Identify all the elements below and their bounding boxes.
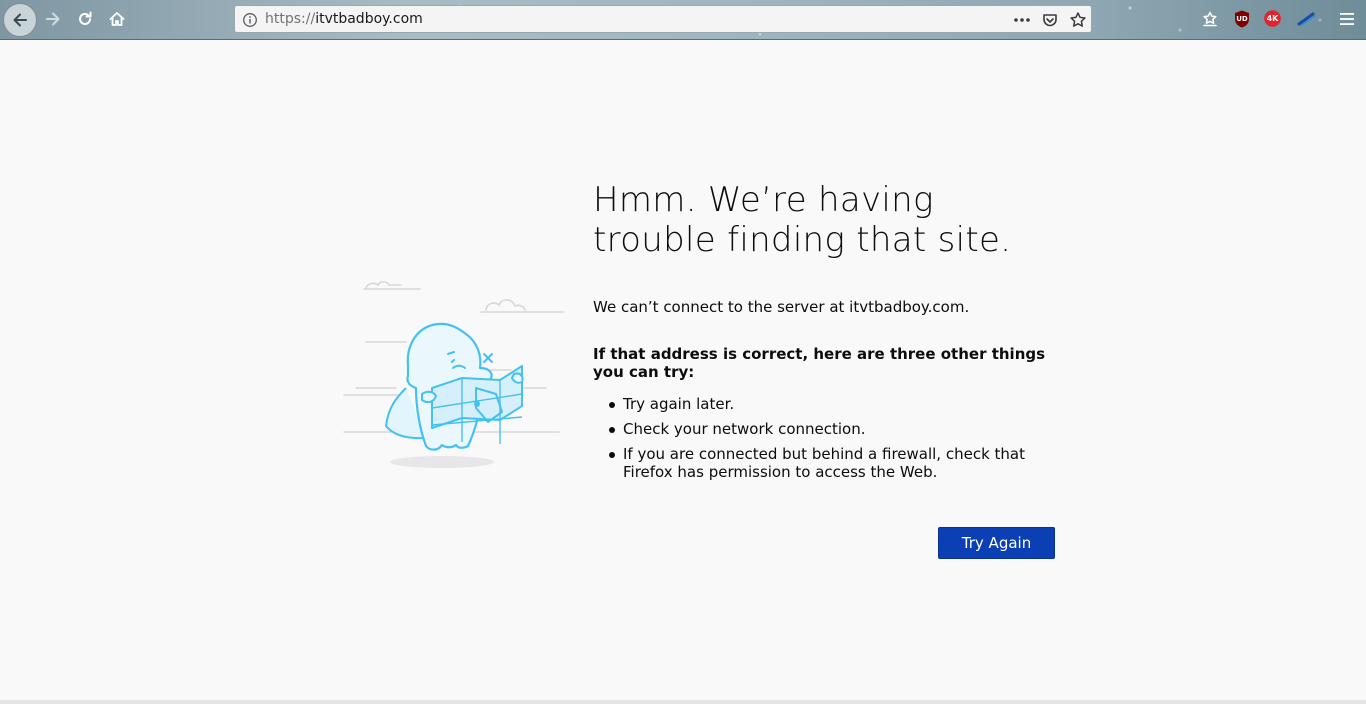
extension-icon (1297, 11, 1317, 27)
suggestion-item: Try again later. (593, 395, 1053, 413)
suggestion-item: Check your network connection. (593, 420, 1053, 438)
url-host: itvtbadboy.com (315, 11, 423, 27)
ublock-label: UD (1236, 15, 1248, 23)
browser-toolbar: https://itvtbadboy.com UD 4K (0, 0, 1366, 40)
url-text[interactable]: https://itvtbadboy.com (265, 11, 423, 28)
forward-button[interactable] (37, 4, 69, 34)
reload-button[interactable] (69, 4, 101, 34)
error-subheading: If that address is correct, here are thr… (593, 345, 1046, 381)
ublock-icon[interactable]: UD (1234, 10, 1250, 28)
info-icon[interactable] (242, 12, 258, 28)
try-again-button[interactable]: Try Again (938, 527, 1055, 559)
arrow-left-icon (11, 11, 29, 29)
suggestions-list: Try again later. Check your network conn… (593, 395, 1063, 481)
back-button[interactable] (3, 3, 37, 37)
reload-icon (76, 10, 94, 28)
home-icon (108, 10, 126, 28)
menu-button[interactable] (1331, 4, 1363, 34)
extension-button[interactable] (1291, 4, 1323, 34)
pocket-icon[interactable] (1039, 9, 1061, 31)
window-bottom-edge (0, 700, 1366, 704)
hamburger-icon (1339, 12, 1355, 26)
error-description: We can’t connect to the server at itvtba… (593, 298, 970, 316)
video-4k-label: 4K (1266, 14, 1279, 23)
video-4k-icon[interactable]: 4K (1263, 10, 1282, 27)
error-content: Hmm. We’re having trouble finding that s… (593, 180, 1063, 488)
library-icon (1201, 10, 1219, 28)
arrow-right-icon (44, 10, 62, 28)
url-bar[interactable]: https://itvtbadboy.com (234, 5, 1092, 33)
library-button[interactable] (1194, 4, 1226, 34)
more-dots-icon[interactable] (1011, 9, 1033, 31)
home-button[interactable] (101, 4, 133, 34)
url-scheme: https:// (265, 11, 316, 27)
error-illustration (336, 270, 568, 480)
suggestion-item: If you are connected but behind a firewa… (593, 445, 1053, 481)
error-title: Hmm. We’re having trouble finding that s… (593, 180, 1012, 260)
star-icon[interactable] (1067, 9, 1089, 31)
